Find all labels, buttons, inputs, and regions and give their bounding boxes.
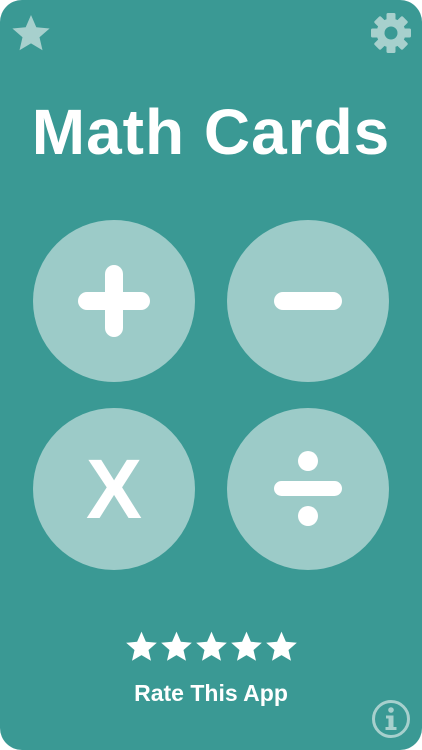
star-icon — [230, 631, 262, 661]
star-icon — [265, 631, 297, 661]
multiplication-button[interactable]: X — [33, 408, 195, 570]
rating-stars[interactable] — [0, 630, 422, 663]
multiply-icon: X — [85, 442, 143, 536]
math-cards-screen: Math Cards + − X ÷ Rate This App — [0, 0, 422, 750]
settings-button[interactable] — [368, 10, 414, 56]
addition-button[interactable]: + — [33, 220, 195, 382]
gear-icon — [371, 13, 411, 53]
star-icon — [160, 631, 192, 661]
star-icon — [12, 15, 50, 51]
subtraction-button[interactable]: − — [227, 220, 389, 382]
star-icon — [125, 631, 157, 661]
info-icon — [372, 700, 410, 738]
plus-icon — [78, 265, 150, 337]
divide-icon — [274, 451, 342, 526]
division-button[interactable]: ÷ — [227, 408, 389, 570]
info-button[interactable] — [370, 698, 412, 740]
rate-app-button[interactable]: Rate This App — [0, 678, 422, 708]
favorites-button[interactable] — [10, 12, 52, 54]
minus-icon — [274, 292, 342, 310]
star-icon — [195, 631, 227, 661]
page-title: Math Cards — [31, 96, 391, 168]
